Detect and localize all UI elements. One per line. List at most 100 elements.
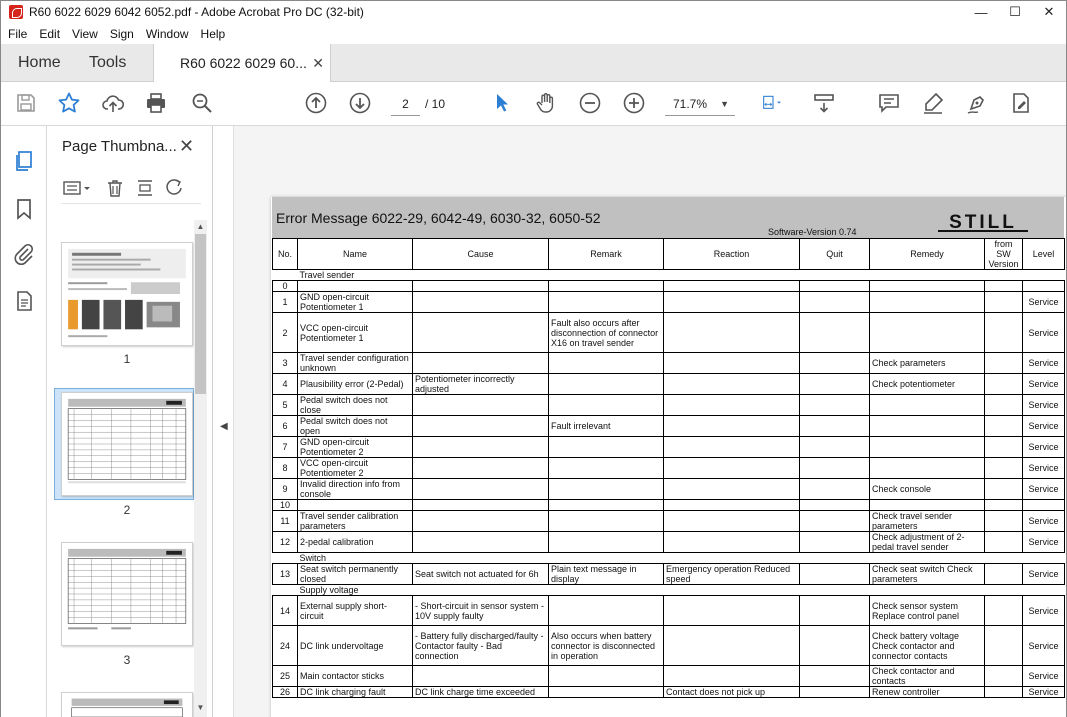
menu-view[interactable]: View xyxy=(66,27,104,41)
cell-level: Service xyxy=(1022,625,1065,666)
cell-cause xyxy=(412,312,549,353)
zoom-in-icon[interactable] xyxy=(621,90,647,116)
cell-cause: DC link charge time exceeded xyxy=(412,686,549,698)
cell-level: Service xyxy=(1022,291,1065,313)
cell-cause xyxy=(412,394,549,416)
star-icon[interactable] xyxy=(56,90,82,116)
upload-cloud-icon[interactable] xyxy=(100,90,126,116)
bookmark-icon[interactable] xyxy=(11,196,37,222)
chevron-down-icon: ▼ xyxy=(720,99,729,109)
cell-no: 12 xyxy=(272,531,298,553)
cell-remedy: Check potentiometer xyxy=(869,373,985,395)
scrollbar-thumb[interactable] xyxy=(195,234,206,394)
cell-name: VCC open-circuit Potentiometer 2 xyxy=(297,457,413,479)
cell-quit xyxy=(799,280,870,292)
close-panel-icon[interactable]: ✕ xyxy=(179,136,194,157)
title-bar: R60 6022 6029 6042 6052.pdf - Adobe Acro… xyxy=(1,1,1066,23)
header-quit: Quit xyxy=(799,238,870,270)
cell-no: 1 xyxy=(272,291,298,313)
cell-remark xyxy=(548,457,664,479)
cell-no: 26 xyxy=(272,686,298,698)
cell-remark xyxy=(548,352,664,374)
pdf-page: Error Message 6022-29, 6042-49, 6030-32,… xyxy=(271,197,1066,717)
highlight-pen-icon[interactable] xyxy=(920,90,946,116)
cell-reaction xyxy=(663,457,800,479)
cell-cause: Seat switch not actuated for 6h xyxy=(412,563,549,585)
thumbnail-page-2[interactable] xyxy=(61,392,193,496)
thumbnail-page-3[interactable] xyxy=(61,542,193,646)
menu-sign[interactable]: Sign xyxy=(104,27,140,41)
maximize-button[interactable]: ☐ xyxy=(998,1,1032,23)
document-viewer[interactable]: Error Message 6022-29, 6042-49, 6030-32,… xyxy=(234,126,1066,717)
zoom-level-select[interactable]: 71.7% ▼ xyxy=(665,92,735,116)
previous-page-icon[interactable] xyxy=(303,90,329,116)
cell-reaction xyxy=(663,478,800,500)
cell-cause xyxy=(412,415,549,437)
cell-reaction xyxy=(663,436,800,458)
tab-document[interactable]: R60 6022 6029 60... ✕ xyxy=(153,44,331,82)
menu-window[interactable]: Window xyxy=(140,27,195,41)
cell-quit xyxy=(799,352,870,374)
sign-pen-icon[interactable] xyxy=(964,90,990,116)
cell-no: 24 xyxy=(272,625,298,666)
comment-icon[interactable] xyxy=(876,90,902,116)
scroll-down-icon[interactable]: ▼ xyxy=(194,703,207,715)
cell-quit xyxy=(799,625,870,666)
cell-quit xyxy=(799,510,870,532)
minimize-button[interactable]: — xyxy=(964,1,998,23)
cell-name: Seat switch permanently closed xyxy=(297,563,413,585)
table-row: 13 Seat switch permanently closed Seat swi… xyxy=(272,563,1065,585)
menu-edit[interactable]: Edit xyxy=(33,27,66,41)
scroll-up-icon[interactable]: ▲ xyxy=(194,222,207,234)
delete-page-icon[interactable] xyxy=(105,178,125,201)
table-row: 7 GND open-circuit Potentiometer 2 Service xyxy=(272,436,1065,458)
thumbnail-page-4[interactable] xyxy=(61,692,193,717)
page-thumbnails-icon[interactable] xyxy=(11,148,37,174)
thumbnail-options-icon[interactable] xyxy=(61,178,95,201)
zoom-out-icon[interactable] xyxy=(577,90,603,116)
select-cursor-icon[interactable] xyxy=(489,90,515,116)
zoom-search-icon[interactable] xyxy=(189,90,215,116)
fit-page-icon[interactable] xyxy=(755,90,791,116)
cell-cause: Potentiometer incorrectly adjusted xyxy=(412,373,549,395)
cell-sw xyxy=(984,665,1023,687)
header-name: Name xyxy=(297,238,413,270)
cell-remedy: Check battery voltage Check contactor an… xyxy=(869,625,985,666)
menu-file[interactable]: File xyxy=(1,27,33,41)
cell-level: Service xyxy=(1022,595,1065,626)
attachment-paperclip-icon[interactable] xyxy=(11,241,37,267)
thumbnail-scrollbar[interactable]: ▲ ▼ xyxy=(194,220,207,717)
close-window-button[interactable]: ✕ xyxy=(1032,1,1066,23)
print-icon[interactable] xyxy=(143,90,169,116)
close-tab-icon[interactable]: ✕ xyxy=(312,55,324,72)
hand-tool-icon[interactable] xyxy=(533,90,559,116)
cell-quit xyxy=(799,478,870,500)
cell-sw xyxy=(984,415,1023,437)
cell-remark: Fault irrelevant xyxy=(548,415,664,437)
cell-reaction xyxy=(663,625,800,666)
thumbnail-page-1[interactable] xyxy=(61,242,193,346)
cell-remark xyxy=(548,478,664,500)
rotate-page-icon[interactable] xyxy=(165,178,185,201)
tab-tools[interactable]: Tools xyxy=(89,44,126,81)
extract-page-icon[interactable] xyxy=(135,178,155,201)
collapse-panel-handle[interactable]: ◀ xyxy=(213,126,234,717)
table-row: 25 Main contactor sticks Check contactor a… xyxy=(272,665,1065,687)
cell-level xyxy=(1022,280,1065,292)
cell-sw xyxy=(984,291,1023,313)
document-properties-icon[interactable] xyxy=(11,288,37,314)
cell-cause xyxy=(412,499,549,511)
menu-help[interactable]: Help xyxy=(195,27,232,41)
header-cause: Cause xyxy=(412,238,549,270)
tab-home[interactable]: Home xyxy=(18,44,61,81)
scroll-mode-icon[interactable] xyxy=(811,90,837,116)
next-page-icon[interactable] xyxy=(347,90,373,116)
fill-sign-icon[interactable] xyxy=(1008,90,1034,116)
page-number-input[interactable]: 2 xyxy=(391,92,420,116)
cell-no: 4 xyxy=(272,373,298,395)
save-icon[interactable] xyxy=(13,90,39,116)
cell-no: 13 xyxy=(272,563,298,585)
cell-reaction xyxy=(663,531,800,553)
cell-name xyxy=(297,499,413,511)
cell-sw xyxy=(984,499,1023,511)
